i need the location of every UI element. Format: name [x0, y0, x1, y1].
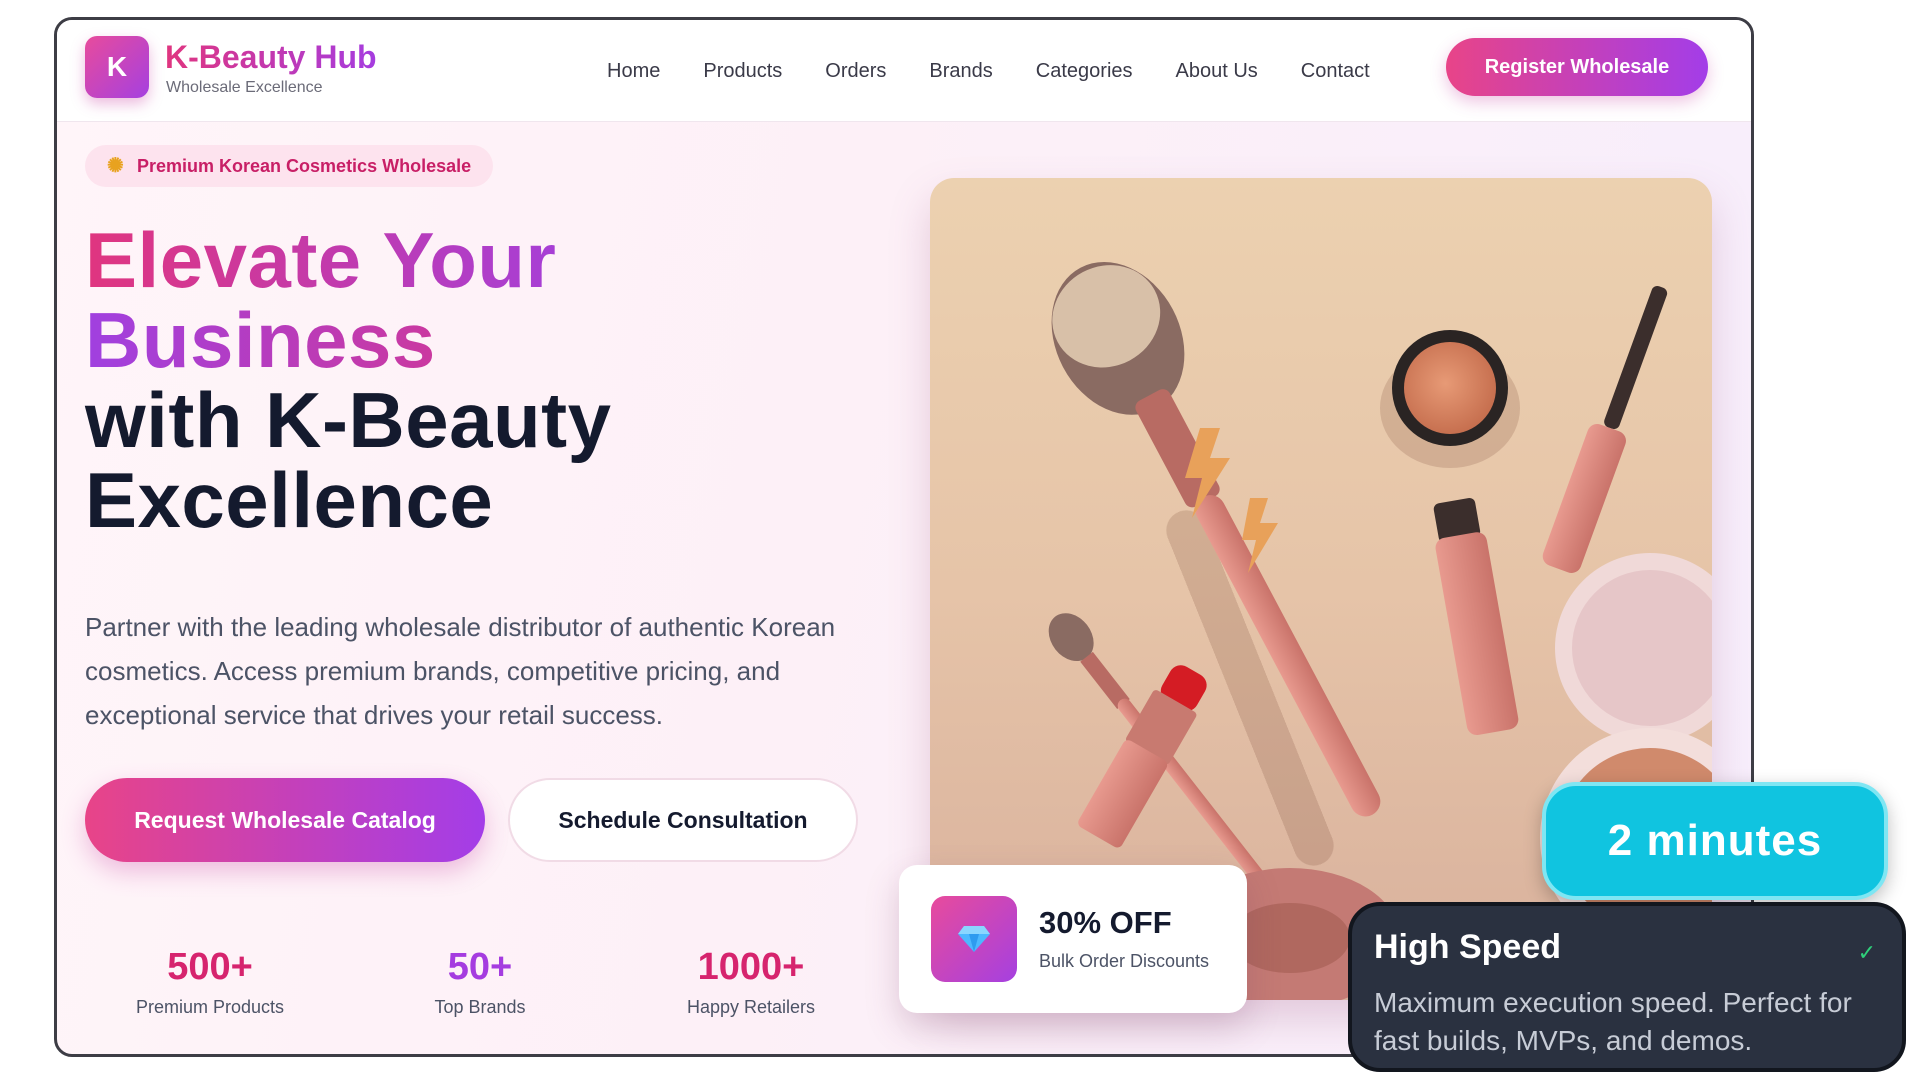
hero-title: Elevate Your Business with K-Beauty Exce…: [85, 220, 612, 540]
stat-value: 1000+: [697, 946, 805, 988]
nav-link-about[interactable]: About Us: [1176, 60, 1258, 83]
diamond-icon: [931, 896, 1017, 982]
stat-value: 50+: [447, 946, 513, 988]
hero-title-line3: with K-Beauty: [85, 376, 612, 464]
nav-link-categories[interactable]: Categories: [1036, 60, 1133, 83]
sparkle-icon: ✺: [107, 155, 124, 177]
stat-label: Happy Retailers: [686, 997, 816, 1017]
hero-title-line1: Elevate Your: [85, 220, 612, 300]
speed-card-title: High Speed: [1374, 928, 1562, 966]
hero-title-line2: Business: [85, 300, 612, 380]
logo-icon[interactable]: K: [85, 36, 149, 98]
stat-brands: 50+ Top Brands: [360, 945, 600, 1018]
duration-badge: 2 minutes: [1542, 782, 1888, 900]
browser-frame: K K-Beauty Hub Wholesale Excellence Home…: [54, 17, 1754, 1057]
nav-link-products[interactable]: Products: [703, 60, 782, 83]
promo-card: 30% OFF Bulk Order Discounts: [899, 865, 1247, 1013]
nav-link-brands[interactable]: Brands: [929, 60, 992, 83]
stat-retailers: 1000+ Happy Retailers: [631, 945, 871, 1018]
hero-badge-label: Premium Korean Cosmetics Wholesale: [137, 155, 472, 176]
stat-label: Premium Products: [135, 997, 285, 1017]
stat-value: 500+: [167, 946, 253, 988]
top-navigation: K K-Beauty Hub Wholesale Excellence Home…: [57, 20, 1751, 122]
schedule-consultation-button[interactable]: Schedule Consultation: [508, 778, 858, 862]
check-icon: ✓: [1857, 940, 1876, 965]
promo-title: 30% OFF: [1039, 905, 1172, 940]
nav-link-contact[interactable]: Contact: [1301, 60, 1370, 83]
promo-subtitle: Bulk Order Discounts: [1039, 951, 1210, 971]
nav-links: Home Products Orders Brands Categories A…: [607, 20, 1413, 122]
speed-mode-card[interactable]: High Speed ✓ Maximum execution speed. Pe…: [1348, 902, 1906, 1072]
nav-link-orders[interactable]: Orders: [825, 60, 886, 83]
register-wholesale-button[interactable]: Register Wholesale: [1446, 38, 1708, 96]
hero-description: Partner with the leading wholesale distr…: [85, 612, 836, 730]
speed-card-description: Maximum execution speed. Perfect for fas…: [1374, 987, 1852, 1056]
hero-badge: ✺ Premium Korean Cosmetics Wholesale: [85, 145, 494, 187]
nav-link-home[interactable]: Home: [607, 60, 660, 83]
stat-label: Top Brands: [434, 997, 526, 1017]
stat-products: 500+ Premium Products: [90, 945, 330, 1018]
request-catalog-button[interactable]: Request Wholesale Catalog: [85, 778, 485, 862]
brand-name[interactable]: K-Beauty Hub: [165, 39, 377, 76]
hero-title-line4: Excellence: [85, 456, 494, 544]
brand-tagline: Wholesale Excellence: [166, 79, 323, 96]
